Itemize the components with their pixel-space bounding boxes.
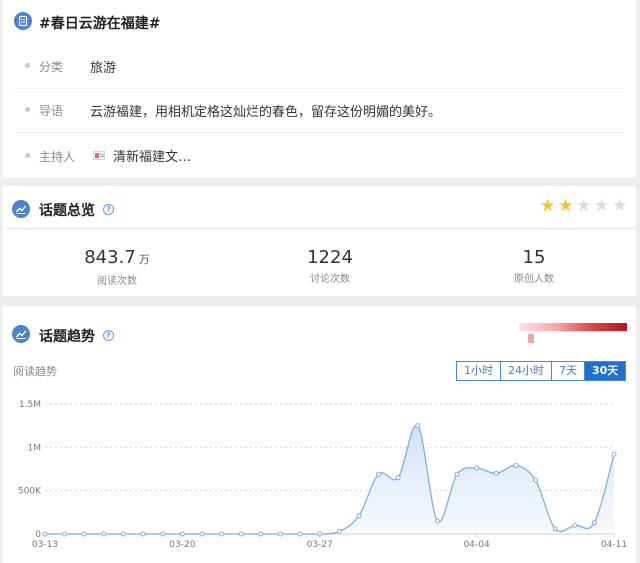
data-point (277, 531, 283, 537)
host-label: 主持人 (39, 150, 76, 164)
data-point (120, 531, 126, 537)
data-point (493, 470, 499, 476)
range-button-1h[interactable]: 1小时 (457, 362, 501, 380)
x-tick-label: 03-27 (307, 540, 333, 550)
rating-stars: ★ ★ ★ ★ ★ (540, 197, 630, 215)
range-button-30d[interactable]: 30天 (585, 362, 626, 380)
star-icon: ★ (594, 196, 610, 216)
bullet-dot (25, 63, 30, 68)
reads-trend-chart: 0 500K 1M 1.5M 03-13 03-20 03-27 04-04 04-11 (18, 400, 627, 550)
series-area (45, 424, 614, 535)
star-icon: ★ (612, 196, 628, 216)
y-tick-label: 1M (28, 443, 42, 453)
trend-title: 话题趋势 (39, 329, 95, 345)
data-point (572, 522, 578, 528)
y-tick-label: 1.5M (19, 400, 41, 410)
host-avatar[interactable] (93, 151, 105, 160)
overview-card: 话题总览 ? ★ ★ ★ ★ ★ 843.7 万 阅读次数 1224 讨论次数 1… (3, 186, 636, 296)
range-button-24h[interactable]: 24小时 (501, 362, 552, 380)
x-tick-label: 04-11 (601, 540, 627, 550)
data-point (42, 531, 48, 537)
section-divider (3, 228, 636, 229)
data-point (513, 463, 519, 469)
data-point (258, 531, 264, 537)
stat-originals-label: 原创人数 (514, 274, 554, 285)
data-point (160, 531, 166, 537)
data-point (395, 475, 401, 481)
star-icon: ★ (558, 196, 574, 216)
data-point (101, 531, 107, 537)
data-point (552, 526, 558, 532)
trend-card: 话题趋势 ? 阅读趋势 1小时 24小时 7天 30天 0 500K 1M 1.5M 0… (3, 306, 636, 563)
data-point (611, 451, 617, 457)
help-icon[interactable]: ? (103, 330, 114, 341)
topic-info-card: #春日云游在福建# 分类 旅游 导语 云游福建，用相机定格这灿烂的春色，留存这份… (3, 0, 636, 178)
chart-icon (12, 200, 30, 218)
data-point (533, 477, 539, 483)
heat-level-marker (528, 334, 534, 343)
host-name-link[interactable]: 清新福建文… (113, 146, 191, 165)
y-tick-label: 0 (35, 530, 41, 540)
row-divider (15, 132, 624, 133)
x-tick-label: 04-04 (464, 540, 490, 550)
series-label: 阅读趋势 (13, 365, 57, 378)
stat-discussions-value: 1224 (307, 247, 353, 268)
bullet-dot (25, 107, 30, 112)
stat-reads-unit: 万 (138, 253, 150, 266)
data-point (434, 518, 440, 524)
data-point (81, 531, 87, 537)
stat-originals-value: 15 (522, 247, 546, 268)
range-button-7d[interactable]: 7天 (552, 362, 585, 380)
help-icon[interactable]: ? (103, 204, 114, 215)
x-tick-label: 03-13 (32, 540, 58, 550)
data-point (62, 531, 68, 537)
data-point (219, 531, 225, 537)
data-point (199, 531, 205, 537)
star-icon: ★ (576, 196, 592, 216)
topic-title: #春日云游在福建# (39, 16, 161, 32)
data-point (474, 465, 480, 471)
data-point (140, 531, 146, 537)
time-range-selector: 1小时 24小时 7天 30天 (456, 361, 627, 381)
stat-discussions: 1224 讨论次数 (240, 247, 420, 285)
overview-title: 话题总览 (39, 203, 95, 219)
category-value[interactable]: 旅游 (90, 57, 116, 76)
intro-label: 导语 (39, 104, 64, 118)
intro-value: 云游福建，用相机定格这灿烂的春色，留存这份明媚的美好。 (90, 105, 442, 120)
stat-discussions-label: 讨论次数 (310, 274, 350, 285)
data-point (415, 423, 421, 429)
data-point (356, 513, 362, 519)
data-point (336, 528, 342, 534)
star-icon: ★ (540, 196, 556, 216)
stat-reads: 843.7 万 阅读次数 (27, 247, 207, 287)
data-point (454, 471, 460, 477)
topic-icon (14, 12, 32, 30)
category-label: 分类 (39, 60, 64, 74)
bullet-dot (25, 153, 30, 158)
heat-scale-bar (519, 323, 627, 331)
stat-reads-value: 843.7 (84, 247, 136, 268)
data-point (238, 531, 244, 537)
chart-icon (12, 325, 30, 343)
stat-originals: 15 原创人数 (444, 247, 624, 285)
data-point (179, 531, 185, 537)
data-point (317, 531, 323, 537)
row-divider (15, 88, 624, 89)
stat-reads-label: 阅读次数 (97, 276, 137, 287)
data-point (297, 531, 303, 537)
x-tick-label: 03-20 (169, 540, 195, 550)
data-point (591, 520, 597, 526)
y-tick-label: 500K (18, 487, 42, 497)
data-point (376, 471, 382, 477)
